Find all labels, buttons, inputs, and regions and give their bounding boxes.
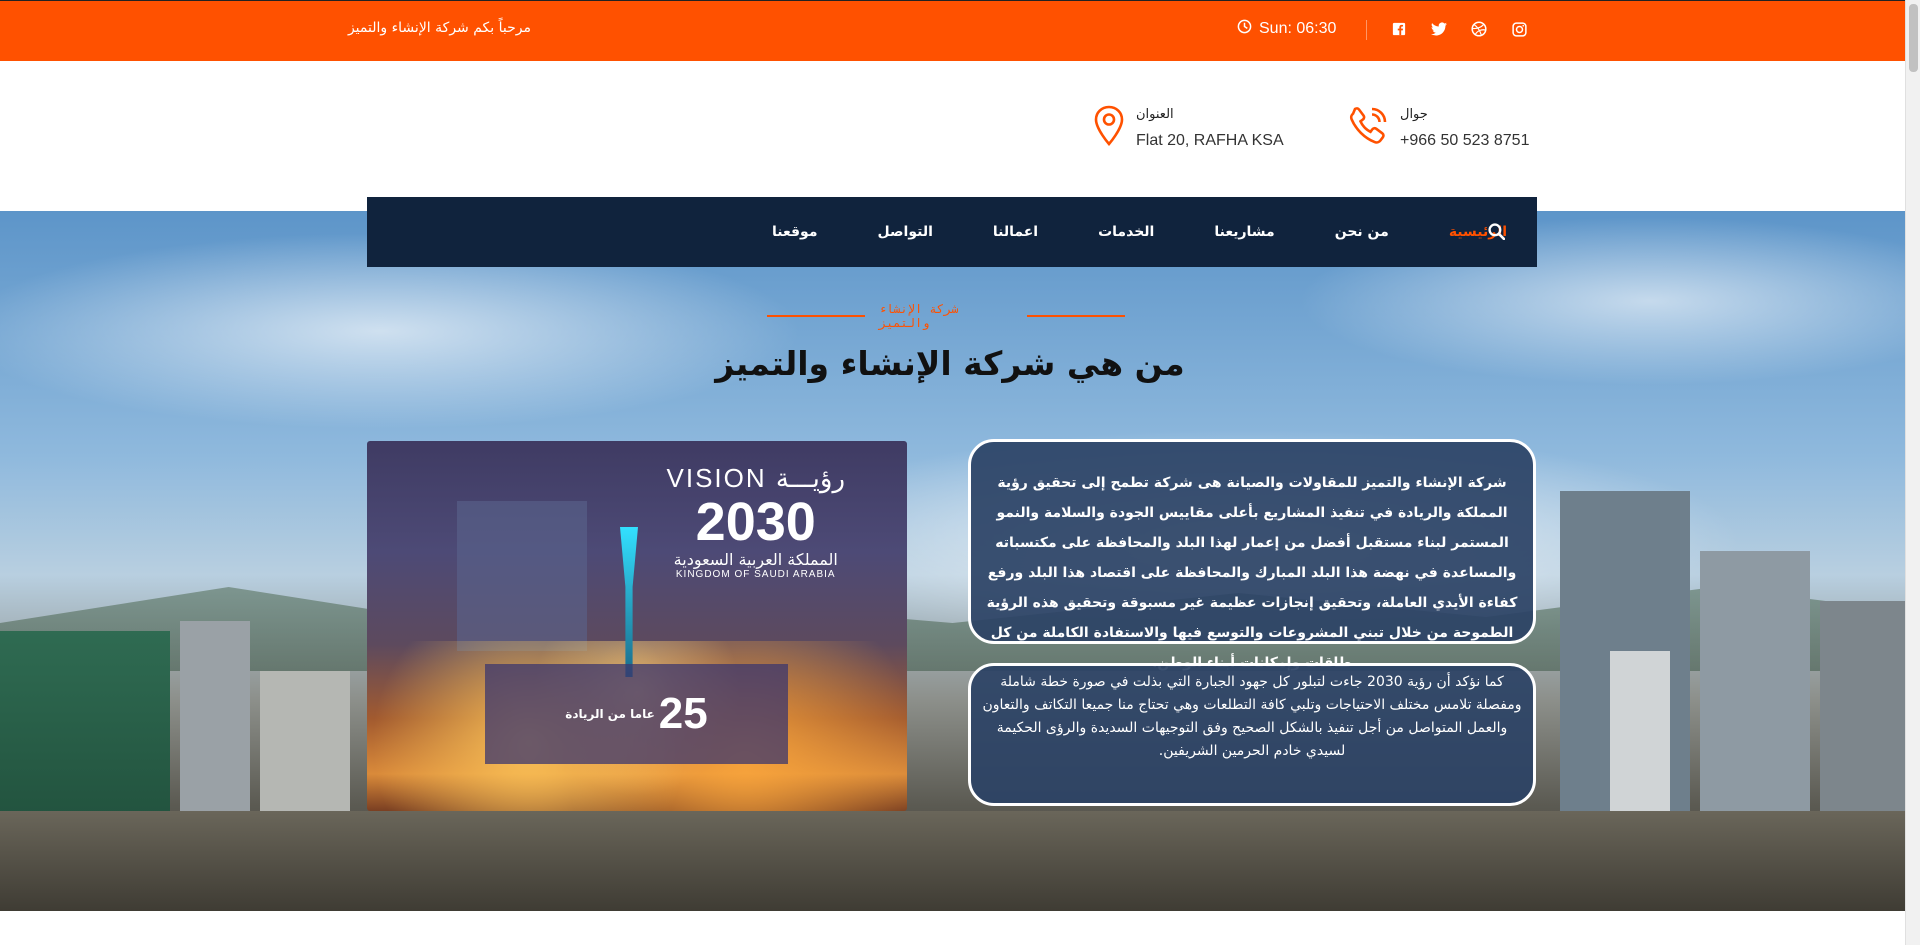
city-towers (457, 501, 587, 651)
construction-site (0, 811, 1905, 911)
about-paragraph-1: شركة الإنشاء والتميز للمقاولات والصيانة … (986, 475, 1518, 671)
top-bar: مرحباً بكم شركة الإنشاء والتميز Sun: 06:… (0, 0, 1905, 61)
nav-item-about[interactable]: من نحن (1305, 197, 1419, 267)
facebook-icon[interactable] (1390, 20, 1408, 38)
address-value: Flat 20, RAFHA KSA (1136, 131, 1284, 149)
social-links (1390, 20, 1528, 38)
experience-badge: عاما من الريادة 25 (485, 664, 788, 764)
section-eyebrow: شركة الإنشاء والتميز (767, 302, 1125, 330)
instagram-icon[interactable] (1510, 20, 1528, 38)
nav-item-home[interactable]: الرئيسية (1419, 197, 1537, 267)
nav-item-works[interactable]: اعمالنا (963, 197, 1068, 267)
eyebrow-text: شركة الإنشاء والتميز (878, 302, 959, 330)
dribbble-icon[interactable] (1470, 20, 1488, 38)
time-display: Sun: 06:30 (1237, 19, 1336, 39)
about-card-secondary: كما نؤكد أن رؤية 2030 جاءت لتبلور كل جهو… (968, 663, 1536, 806)
vision-kingdom-ar: المملكة العربية السعودية (673, 550, 838, 569)
building (1700, 551, 1810, 851)
eyebrow-line (767, 315, 865, 317)
phone-icon (1346, 104, 1390, 152)
search-icon[interactable] (1488, 223, 1506, 244)
phone-label: جوال (1400, 106, 1428, 122)
nav-item-contact[interactable]: التواصل (848, 197, 963, 267)
nav-item-services[interactable]: الخدمات (1068, 197, 1184, 267)
about-paragraph-2: كما نؤكد أن رؤية 2030 جاءت لتبلور كل جهو… (982, 674, 1522, 759)
scrollbar-thumb[interactable] (1909, 4, 1918, 72)
page-scrollbar[interactable] (1905, 0, 1920, 945)
main-nav: الرئيسية من نحن مشاريعنا الخدمات اعمالنا… (367, 197, 1537, 267)
vision-logo: VISION رؤيـــة 2030 المملكة العربية السع… (667, 463, 846, 580)
nav-item-location[interactable]: موقعنا (742, 197, 848, 267)
address-contact: العنوان Flat 20, RAFHA KSA (1092, 104, 1284, 152)
eyebrow-line (1027, 315, 1125, 317)
section-title: من هي شركة الإنشاء والتميز (715, 344, 1185, 383)
welcome-text: مرحباً بكم شركة الإنشاء والتميز (347, 20, 531, 36)
vision-kingdom-en: KINGDOM OF SAUDI ARABIA (675, 569, 836, 580)
vision-year: 2030 (695, 492, 816, 552)
time-text: Sun: 06:30 (1259, 20, 1337, 37)
badge-number: 25 (658, 689, 708, 738)
badge-label: عاما من الريادة (565, 707, 655, 721)
phone-value[interactable]: +966 50 523 8751 (1400, 132, 1529, 150)
clock-icon (1237, 19, 1252, 39)
address-label: العنوان (1136, 106, 1174, 122)
divider (1366, 20, 1367, 40)
about-card-primary: شركة الإنشاء والتميز للمقاولات والصيانة … (968, 439, 1536, 671)
vision-line1: VISION رؤيـــة (666, 463, 845, 493)
phone-contact: جوال +966 50 523 8751 (1346, 104, 1529, 152)
nav-menu: الرئيسية من نحن مشاريعنا الخدمات اعمالنا… (742, 197, 1537, 267)
vision-2030-image: VISION رؤيـــة 2030 المملكة العربية السع… (367, 441, 907, 811)
location-pin-icon (1092, 104, 1126, 152)
twitter-icon[interactable] (1430, 20, 1448, 38)
nav-item-projects[interactable]: مشاريعنا (1184, 197, 1304, 267)
